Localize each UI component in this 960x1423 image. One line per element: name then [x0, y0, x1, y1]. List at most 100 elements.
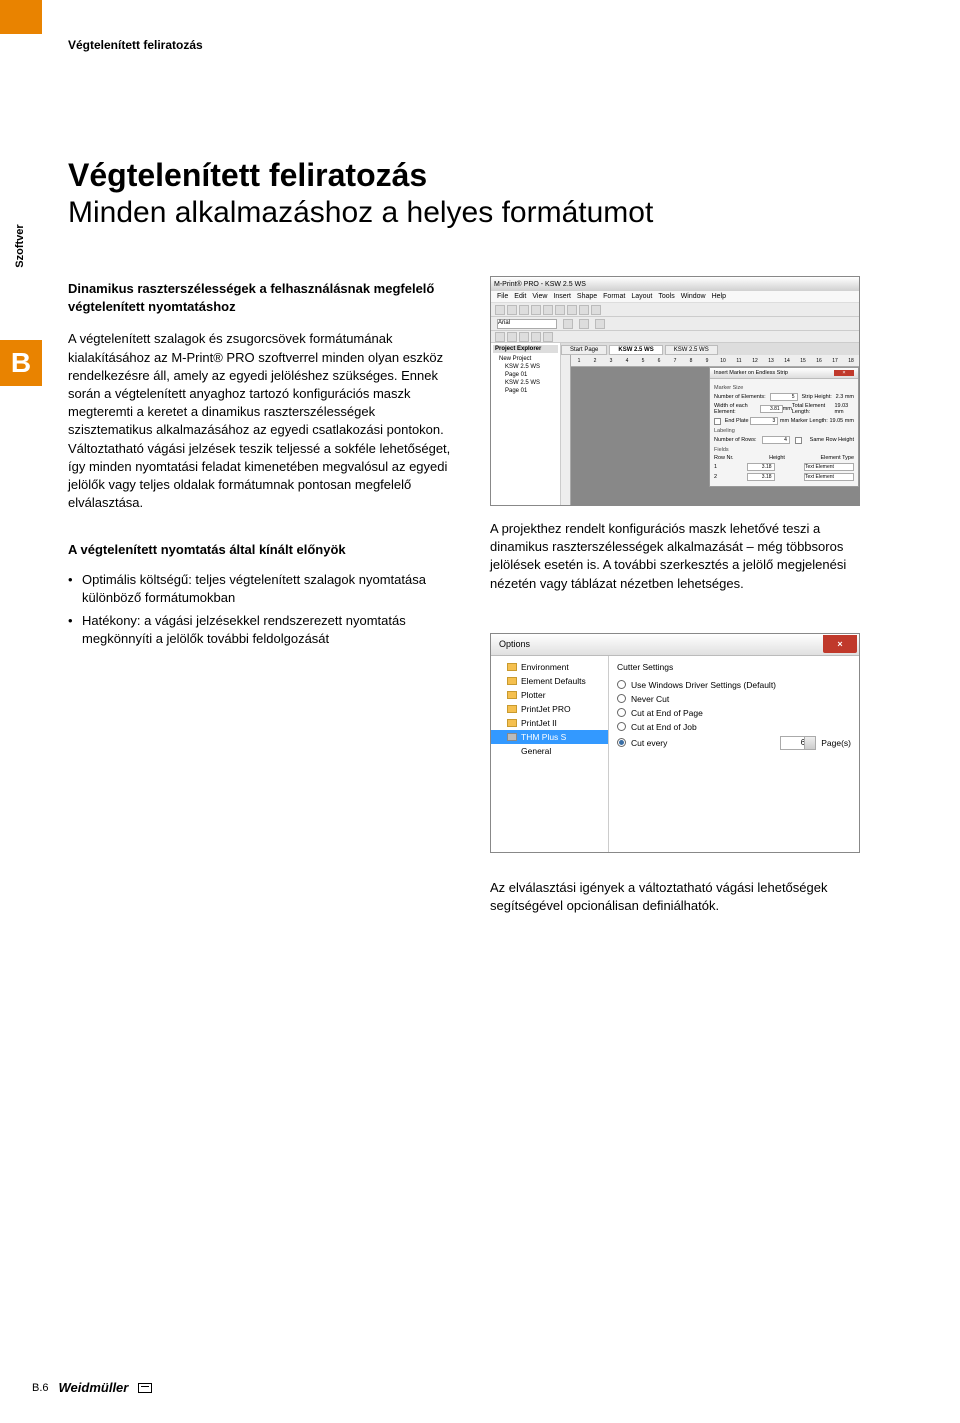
section-label: Marker Size [714, 385, 854, 391]
top-tab [0, 0, 42, 34]
printer-icon [507, 733, 517, 741]
menu-item[interactable]: File [497, 293, 508, 300]
underline-icon[interactable] [595, 319, 605, 329]
width-input[interactable]: 3.81 [760, 405, 783, 413]
print-icon[interactable] [531, 305, 541, 315]
num-rows-input[interactable]: 4 [762, 436, 790, 444]
document-tabs: Start Page KSW 2.5 WS KSW 2.5 WS [561, 343, 859, 355]
radio-option[interactable]: Cut at End of Job [617, 722, 851, 732]
radio-label: Cut at End of Job [631, 722, 697, 732]
menu-item[interactable]: Help [712, 293, 726, 300]
height-input[interactable]: 3.18 [747, 473, 775, 481]
dialog-title: Insert Marker on Endless Strip [714, 370, 788, 376]
menu-item[interactable]: Edit [514, 293, 526, 300]
tab-start-page[interactable]: Start Page [561, 345, 607, 355]
copy-icon[interactable] [555, 305, 565, 315]
page-title: Végtelenített feliratozás [68, 158, 653, 193]
radio-option[interactable]: Cut every 6 Page(s) [617, 736, 851, 750]
menu-item[interactable]: Format [603, 293, 625, 300]
unit-label: Page(s) [821, 738, 851, 748]
folder-icon [507, 719, 517, 727]
undo-icon[interactable] [579, 305, 589, 315]
menu-item[interactable]: View [532, 293, 547, 300]
element-type-select[interactable]: Text Element [804, 463, 854, 471]
element-type-select[interactable]: Text Element [804, 473, 854, 481]
height-input[interactable]: 3.18 [747, 463, 775, 471]
tree-item-element-defaults[interactable]: Element Defaults [491, 674, 608, 688]
same-row-checkbox[interactable] [795, 437, 802, 444]
new-icon[interactable] [495, 305, 505, 315]
tree-item[interactable]: Page 01 [493, 371, 558, 379]
section-label: Fields [714, 447, 854, 453]
unit-text: mm [780, 418, 789, 424]
tree-item-environment[interactable]: Environment [491, 660, 608, 674]
tool-icon[interactable] [507, 332, 517, 342]
radio-icon[interactable] [617, 708, 626, 717]
save-icon[interactable] [519, 305, 529, 315]
tool-icon[interactable] [519, 332, 529, 342]
cell: 1 [714, 464, 717, 470]
italic-icon[interactable] [579, 319, 589, 329]
screenshot2-caption: Az elválasztási igények a változtatható … [490, 879, 860, 915]
field-label: End Plate [725, 418, 749, 424]
screenshot-app-window: M-Print® PRO - KSW 2.5 WS File Edit View… [490, 276, 860, 506]
num-elements-input[interactable]: 5 [770, 393, 798, 401]
end-plate-input[interactable]: 3 [750, 417, 778, 425]
tool-icon[interactable] [531, 332, 541, 342]
tree-item[interactable]: Page 01 [493, 387, 558, 395]
radio-icon[interactable] [617, 694, 626, 703]
radio-label: Never Cut [631, 694, 669, 704]
tree-item-general[interactable]: General [491, 744, 608, 758]
radio-icon[interactable] [617, 680, 626, 689]
tree-item-plotter[interactable]: Plotter [491, 688, 608, 702]
tree-item-printjet-pro[interactable]: PrintJet PRO [491, 702, 608, 716]
radio-label: Use Windows Driver Settings (Default) [631, 680, 776, 690]
tab-document[interactable]: KSW 2.5 WS [665, 345, 718, 355]
tree-item[interactable]: KSW 2.5 WS [493, 363, 558, 371]
tool-icon[interactable] [543, 332, 553, 342]
tab-document[interactable]: KSW 2.5 WS [609, 345, 662, 355]
paste-icon[interactable] [567, 305, 577, 315]
close-icon[interactable]: × [834, 370, 854, 376]
tree-item-printjet-ii[interactable]: PrintJet II [491, 716, 608, 730]
menu-item[interactable]: Shape [577, 293, 597, 300]
open-icon[interactable] [507, 305, 517, 315]
tool-icon[interactable] [495, 332, 505, 342]
canvas[interactable]: Insert Marker on Endless Strip × Marker … [571, 367, 859, 505]
ruler-tick: 6 [651, 358, 667, 364]
tree-item[interactable]: KSW 2.5 WS [493, 379, 558, 387]
window-title: M-Print® PRO - KSW 2.5 WS [494, 281, 586, 288]
bold-icon[interactable] [563, 319, 573, 329]
redo-icon[interactable] [591, 305, 601, 315]
insert-marker-dialog: Insert Marker on Endless Strip × Marker … [709, 367, 859, 487]
ruler-tick: 17 [827, 358, 843, 364]
pages-spinner[interactable]: 6 [780, 736, 816, 750]
value-text: 19.05 mm [829, 418, 853, 424]
radio-option[interactable]: Never Cut [617, 694, 851, 704]
col-header: Height [769, 455, 785, 461]
ruler-tick: 9 [699, 358, 715, 364]
folder-icon [507, 677, 517, 685]
tree-item[interactable]: New Project [493, 355, 558, 363]
radio-icon[interactable] [617, 738, 626, 747]
brand-name: Weidmüller [59, 1380, 129, 1395]
menu-item[interactable]: Window [681, 293, 706, 300]
tree-item-thm-plus-s[interactable]: THM Plus S [491, 730, 608, 744]
cut-icon[interactable] [543, 305, 553, 315]
tree-header: Project Explorer [493, 345, 558, 353]
font-select[interactable]: Arial [497, 319, 557, 329]
menu-item[interactable]: Tools [658, 293, 674, 300]
radio-option[interactable]: Use Windows Driver Settings (Default) [617, 680, 851, 690]
end-plate-checkbox[interactable] [714, 418, 721, 425]
radio-icon[interactable] [617, 722, 626, 731]
ruler-tick: 18 [843, 358, 859, 364]
list-item: Hatékony: a vágási jelzésekkel rendszere… [82, 612, 463, 648]
section-label: Labeling [714, 428, 854, 434]
menu-item[interactable]: Insert [553, 293, 571, 300]
field-label: Number of Elements: [714, 394, 766, 400]
menu-item[interactable]: Layout [631, 293, 652, 300]
close-icon[interactable]: × [823, 635, 857, 653]
ruler-tick: 4 [619, 358, 635, 364]
page-number: B.6 [32, 1382, 49, 1394]
radio-option[interactable]: Cut at End of Page [617, 708, 851, 718]
